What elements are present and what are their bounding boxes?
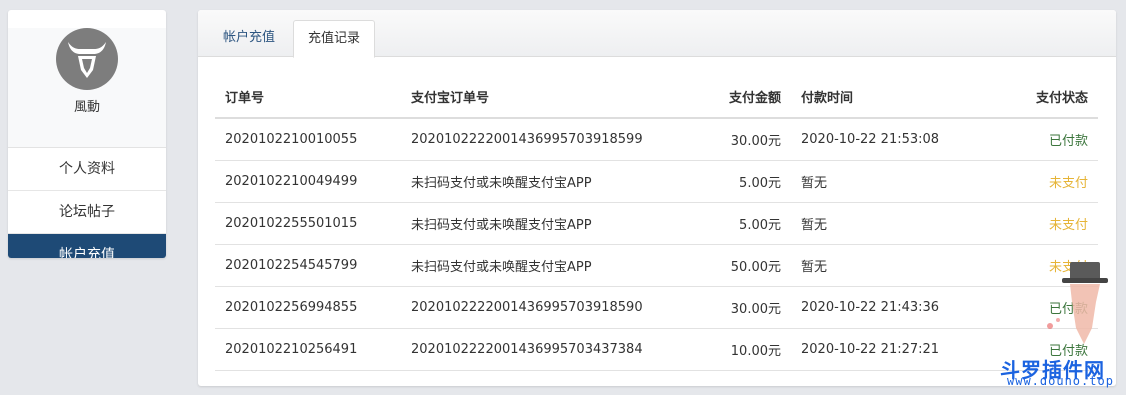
pay-time-cell: 暂无 bbox=[791, 202, 971, 245]
sidebar-item-recharge[interactable]: 帐户充值 bbox=[8, 234, 166, 258]
table-header-row: 订单号 支付宝订单号 支付金额 付款时间 支付状态 bbox=[215, 76, 1098, 119]
amount-cell: 5.00元 bbox=[691, 160, 791, 203]
amount-cell: 50.00元 bbox=[691, 244, 791, 287]
amount-cell: 5.00元 bbox=[691, 202, 791, 245]
col-header-pay-time: 付款时间 bbox=[791, 76, 971, 119]
status-cell: 未支付 bbox=[971, 202, 1098, 245]
table-row: 2020102210049499 未扫码支付或未唤醒支付宝APP 5.00元 暂无 未支… bbox=[215, 160, 1098, 203]
pay-time-cell: 暂无 bbox=[791, 160, 971, 203]
order-id-cell: 2020102255501015 bbox=[215, 202, 401, 245]
recharge-panel: 帐户充值 充值记录 订单号 支付宝订单号 支付金额 付款时间 支付状态 2020… bbox=[198, 10, 1116, 386]
amount-cell: 30.00元 bbox=[691, 118, 791, 161]
alipay-order-id-cell: 未扫码支付或未唤醒支付宝APP bbox=[401, 202, 691, 245]
order-id-cell: 2020102210049499 bbox=[215, 160, 401, 203]
alipay-order-id-cell: 未扫码支付或未唤醒支付宝APP bbox=[401, 244, 691, 287]
pay-time-cell: 2020-10-22 21:27:21 bbox=[791, 328, 971, 371]
col-header-status: 支付状态 bbox=[971, 76, 1098, 119]
watermark-mascot bbox=[1040, 258, 1120, 354]
table-row: 2020102254545799 未扫码支付或未唤醒支付宝APP 50.00元 暂无未… bbox=[215, 244, 1098, 287]
table-row: 2020102210010055 202010222200143699570391… bbox=[215, 118, 1098, 161]
table-row: 2020102255501015 未扫码支付或未唤醒支付宝APP 5.00元 暂无 未支… bbox=[215, 202, 1098, 245]
sidebar-item-profile[interactable]: 个人资料 bbox=[8, 148, 166, 191]
bull-head-icon bbox=[68, 42, 106, 78]
pay-time-cell: 2020-10-22 21:43:36 bbox=[791, 286, 971, 329]
recharge-records-table: 订单号 支付宝订单号 支付金额 付款时间 支付状态 20201022100100… bbox=[215, 76, 1098, 371]
alipay-order-id-cell: 2020102222001436995703918590 bbox=[401, 286, 691, 329]
order-id-cell: 2020102254545799 bbox=[215, 244, 401, 287]
table-row: 2020102210256491 202010222200143699570343… bbox=[215, 328, 1098, 371]
status-cell: 已付款 bbox=[971, 118, 1098, 161]
order-id-cell: 2020102210010055 bbox=[215, 118, 401, 161]
tab-bar: 帐户充值 充值记录 bbox=[198, 10, 1116, 58]
watermark-url: www.douno.top bbox=[1007, 374, 1114, 388]
alipay-order-id-cell: 2020102222001436995703918599 bbox=[401, 118, 691, 161]
username: 風動 bbox=[73, 100, 100, 115]
sidebar-item-forum-posts[interactable]: 论坛帖子 bbox=[8, 191, 166, 234]
sidebar: 風動 个人资料 论坛帖子 帐户充值 bbox=[8, 10, 166, 258]
profile-card: 風動 bbox=[8, 28, 166, 148]
col-header-amount: 支付金额 bbox=[691, 76, 791, 119]
status-cell: 未支付 bbox=[971, 160, 1098, 203]
pay-time-cell: 2020-10-22 21:53:08 bbox=[791, 118, 971, 161]
tab-recharge-records[interactable]: 充值记录 bbox=[293, 20, 376, 58]
pay-time-cell: 暂无 bbox=[791, 244, 971, 287]
amount-cell: 30.00元 bbox=[691, 286, 791, 329]
order-id-cell: 2020102210256491 bbox=[215, 328, 401, 371]
tab-recharge[interactable]: 帐户充值 bbox=[209, 20, 289, 56]
avatar[interactable] bbox=[56, 28, 118, 90]
col-header-alipay-order-id: 支付宝订单号 bbox=[401, 76, 691, 119]
alipay-order-id-cell: 2020102222001436995703437384 bbox=[401, 328, 691, 371]
alipay-order-id-cell: 未扫码支付或未唤醒支付宝APP bbox=[401, 160, 691, 203]
col-header-order-id: 订单号 bbox=[215, 76, 401, 119]
order-id-cell: 2020102256994855 bbox=[215, 286, 401, 329]
amount-cell: 10.00元 bbox=[691, 328, 791, 371]
table-row: 2020102256994855 202010222200143699570391… bbox=[215, 286, 1098, 329]
